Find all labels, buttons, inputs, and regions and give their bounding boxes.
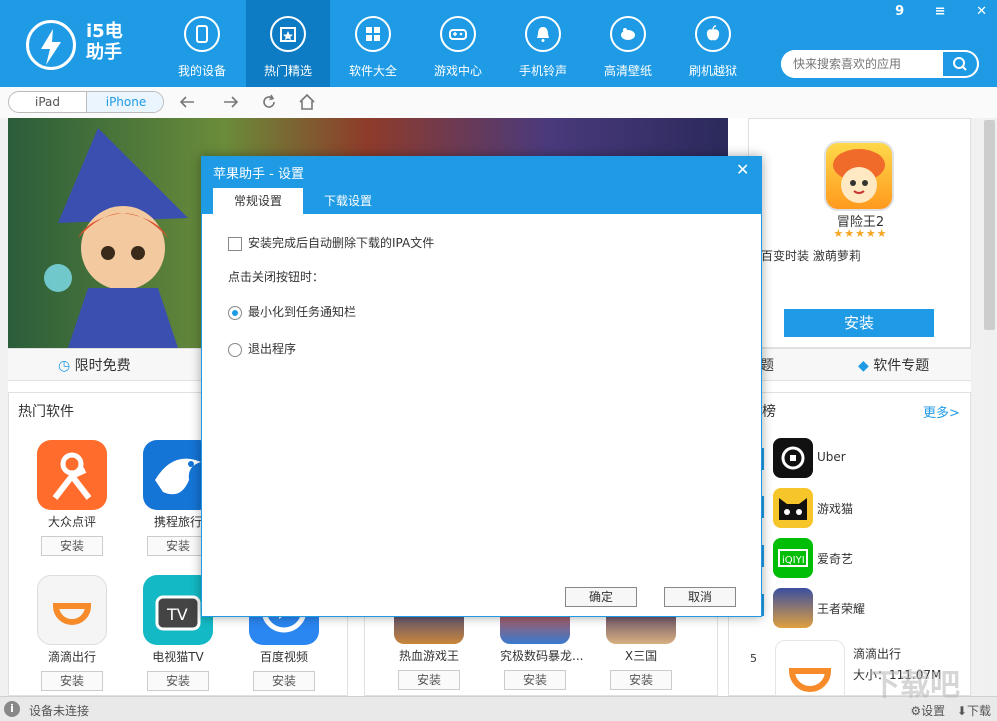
didi-rank-icon[interactable] [775,640,845,696]
download-link[interactable]: 下载 [967,704,991,718]
iqiyi-app-icon: iQIYI [773,538,813,578]
nav-game-center[interactable]: 游戏中心 [416,0,500,87]
radio-exit[interactable]: 退出程序 [228,340,296,357]
forward-arrow-icon[interactable] [222,93,240,111]
install-button[interactable]: 安装 [41,536,103,556]
install-button[interactable]: 安装 [147,671,209,691]
svg-text:TV: TV [166,605,188,624]
radio-minimize-circle[interactable] [228,305,242,320]
toggle-iphone[interactable]: iPhone [87,92,163,112]
refresh-icon[interactable] [260,93,278,111]
search-box [781,50,979,78]
device-toggle: iPad iPhone [8,91,164,113]
grid-icon [355,16,391,52]
tab-download-settings[interactable]: 下载设置 [303,188,393,214]
app-didi[interactable]: 滴滴出行 安装 [37,575,107,691]
tab-software-topic[interactable]: ◆ 软件专题 [858,355,929,375]
app-dianping[interactable]: 大众点评 安装 [37,440,107,556]
settings-dialog: 苹果助手 - 设置 ✕ 常规设置 下载设置 安装完成后自动删除下载的IPA文件 … [201,156,762,617]
nav-wallpapers[interactable]: 高清壁纸 [586,0,670,87]
install-button[interactable]: 安装 [41,671,103,691]
nav-my-device[interactable]: 我的设备 [160,0,244,87]
toolbar: iPad iPhone [0,87,997,118]
rank-panel [728,392,971,696]
search-icon [953,57,967,71]
info-icon: i [4,701,20,717]
featured-app-card: 冒险王2 ★★★★★ 百变时装 激萌萝莉 安装 [748,118,971,348]
dianping-app-icon [37,440,107,510]
clock-icon: ◷ [58,358,75,374]
tab-general-settings[interactable]: 常规设置 [213,188,303,214]
phone-icon [184,16,220,52]
install-button[interactable]: 安装 [253,671,315,691]
wallpaper-icon [610,16,646,52]
rating-stars: ★★★★★ [833,227,888,240]
radio-exit-circle[interactable] [228,342,242,357]
logo-icon [26,20,76,70]
dialog-close-icon[interactable]: ✕ [736,160,749,179]
close-behavior-label: 点击关闭按钮时： [228,270,325,284]
ok-button[interactable]: 确定 [565,587,637,607]
brand-name: i5电 助手 [86,21,123,63]
didi-app-icon [37,575,107,645]
featured-install-button[interactable]: 安装 [784,309,934,337]
nav-jailbreak[interactable]: 刷机越狱 [671,0,755,87]
cancel-button[interactable]: 取消 [664,587,736,607]
auto-delete-checkbox[interactable] [228,236,242,251]
menu-icon[interactable]: ≡ [935,4,946,19]
install-button[interactable]: 安装 [398,670,460,690]
toggle-ipad[interactable]: iPad [9,92,87,112]
vertical-scrollbar[interactable] [982,118,997,696]
rank-title: 榜 [762,404,776,420]
watermark-logo: 下载吧 [870,668,960,703]
notification-badge[interactable]: 9 [895,4,904,19]
bell-icon [525,16,561,52]
tag-icon: ◆ [858,358,874,374]
tab-partial-label[interactable]: 题 [760,355,774,375]
scrollbar-thumb[interactable] [984,120,995,330]
nav-ringtones[interactable]: 手机铃声 [501,0,585,87]
gamepad-icon [440,16,476,52]
tab-limited-free[interactable]: ◷ 限时免费 [58,355,131,375]
svg-text:iQIYI: iQIYI [782,555,805,566]
star-calendar-icon [270,16,306,52]
install-button[interactable]: 安装 [610,670,672,690]
auto-delete-option[interactable]: 安装完成后自动删除下载的IPA文件 [228,234,434,251]
connection-status: 设备未连接 [29,704,90,718]
wangzhe-app-icon [773,588,813,628]
search-input[interactable] [781,50,941,78]
uber-app-icon [773,438,813,478]
settings-link[interactable]: 设置 [921,704,945,718]
nav-all-software[interactable]: 软件大全 [331,0,415,87]
search-button[interactable] [941,50,979,78]
status-bar: i 设备未连接 ⚙设置 ⬇下载 [0,696,997,721]
nav-hot-picks[interactable]: 热门精选 [246,0,330,87]
youximao-app-icon [773,488,813,528]
maoxianwang-app-icon[interactable] [824,141,894,211]
install-button[interactable]: 安装 [147,536,209,556]
apple-icon [695,16,731,52]
radio-minimize[interactable]: 最小化到任务通知栏 [228,303,356,320]
dialog-header: 苹果助手 - 设置 ✕ 常规设置 下载设置 [202,157,761,214]
featured-app-desc: 百变时装 激萌萝莉 [761,249,861,263]
rank-more-link[interactable]: 更多> [923,402,960,421]
hot-software-title: 热门软件 [18,404,74,420]
settings-gear-icon: ⚙ [910,704,922,718]
status-actions: ⚙设置 ⬇下载 [910,702,991,719]
rank-number: 5 [750,652,757,665]
top-bar: i5电 助手 我的设备 热门精选 软件大全 游戏中心 手机铃声 高清壁纸 刷机越狱… [0,0,997,87]
window-controls: 9 ≡ ✕ [869,4,987,19]
install-button[interactable]: 安装 [504,670,566,690]
home-icon[interactable] [298,93,316,111]
dialog-title: 苹果助手 - 设置 [213,167,304,182]
download-arrow-icon: ⬇ [956,704,967,718]
banner-character-image [44,128,188,348]
close-window-icon[interactable]: ✕ [976,4,987,19]
back-arrow-icon[interactable] [178,93,196,111]
